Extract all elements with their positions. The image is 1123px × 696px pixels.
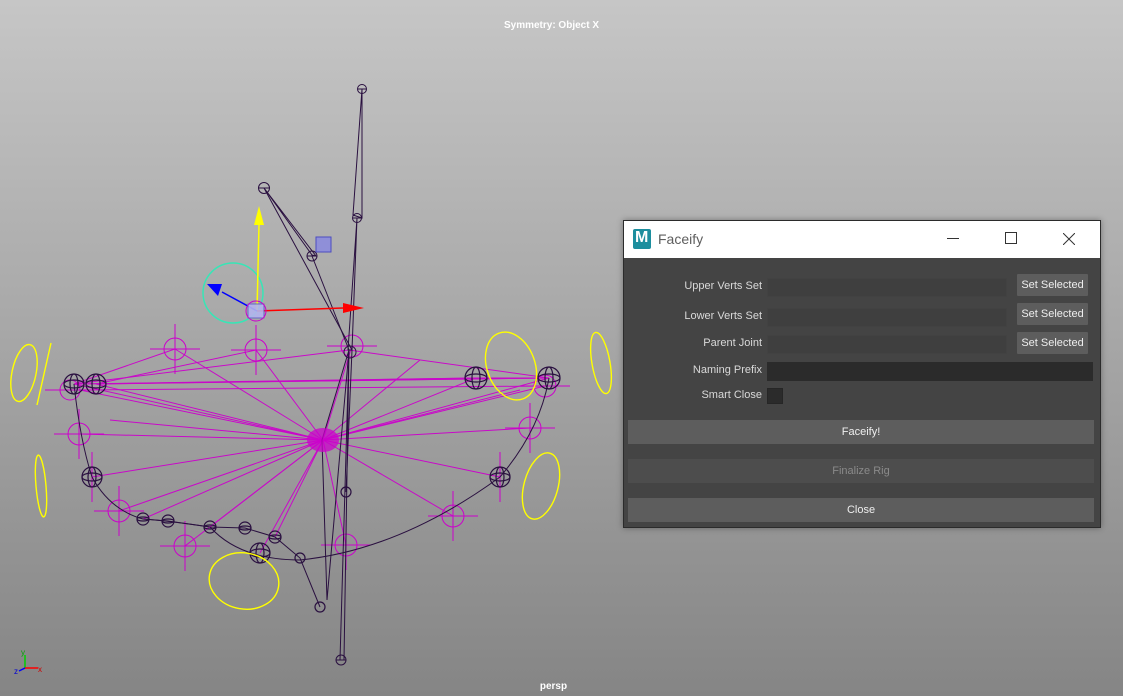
face-center-cluster [307,428,339,452]
dialog-title: Faceify [658,231,704,247]
y-axis-arrow[interactable] [254,206,264,225]
maximize-icon [1005,232,1017,244]
dialog-titlebar[interactable]: M Faceify [624,221,1100,258]
finalize-rig-button[interactable]: Finalize Rig [628,459,1094,483]
maya-logo-icon: M [633,229,651,249]
yellow-controls [10,331,613,610]
upper-verts-set-button[interactable]: Set Selected [1017,274,1088,296]
smart-close-label: Smart Close [701,389,762,401]
plane-handle[interactable] [315,236,332,253]
magenta-radial-lines [73,345,550,554]
parent-joint-field[interactable] [767,335,1007,354]
axis-triad-icon: y x z [14,648,42,676]
magenta-locators [45,324,570,571]
upper-verts-field[interactable] [767,278,1007,297]
minimize-button[interactable] [930,221,976,258]
minimize-icon [947,238,959,239]
upper-verts-label: Upper Verts Set [684,280,762,292]
lower-verts-field[interactable] [767,308,1007,327]
symmetry-label: Symmetry: Object X [503,20,600,31]
parent-joint-label: Parent Joint [703,337,762,349]
camera-label: persp [539,681,568,692]
close-icon [1063,233,1075,245]
smart-close-checkbox[interactable] [767,388,783,404]
z-axis-arrow[interactable] [207,284,222,296]
y-axis-handle[interactable] [256,224,260,312]
faceify-button[interactable]: Faceify! [628,420,1094,444]
logo-letter: M [635,229,649,246]
dark-joints [63,366,561,613]
lower-verts-label: Lower Verts Set [684,310,762,322]
axis-label-x: x [38,665,42,674]
close-button[interactable]: Close [628,498,1094,522]
close-window-button[interactable] [1046,221,1092,258]
center-handle[interactable] [247,303,265,319]
parent-joint-set-button[interactable]: Set Selected [1017,332,1088,354]
faceify-dialog: M Faceify Upper Verts Set Set Selected L… [623,220,1101,528]
jaw-curve [73,377,550,608]
lower-verts-set-button[interactable]: Set Selected [1017,303,1088,325]
naming-prefix-label: Naming Prefix [692,364,762,376]
maximize-button[interactable] [988,221,1034,258]
naming-prefix-input[interactable] [767,362,1093,381]
axis-label-z: z [14,667,18,676]
axis-label-y: y [21,648,25,657]
